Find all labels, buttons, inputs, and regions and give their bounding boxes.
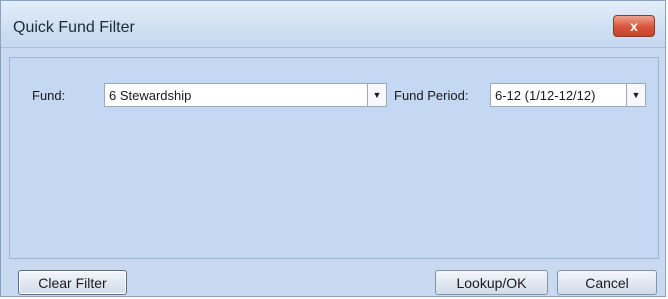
cancel-button[interactable]: Cancel xyxy=(557,270,657,295)
dialog-title: Quick Fund Filter xyxy=(13,19,135,36)
fund-period-value: 6-12 (1/12-12/12) xyxy=(495,88,596,103)
close-icon: x xyxy=(630,18,638,34)
chevron-down-icon[interactable]: ▼ xyxy=(367,84,386,106)
filter-panel: Fund: 6 Stewardship ▼ Fund Period: 6-12 … xyxy=(9,57,659,259)
fund-period-label: Fund Period: xyxy=(394,88,469,103)
chevron-down-icon[interactable]: ▼ xyxy=(626,84,645,106)
fund-value: 6 Stewardship xyxy=(109,88,192,103)
quick-fund-filter-dialog: Quick Fund Filter x Fund: 6 Stewardship … xyxy=(0,0,666,297)
lookup-ok-button[interactable]: Lookup/OK xyxy=(435,270,548,295)
close-button[interactable]: x xyxy=(613,15,655,37)
fund-label: Fund: xyxy=(32,88,66,103)
fund-period-dropdown[interactable]: 6-12 (1/12-12/12) ▼ xyxy=(490,83,646,107)
clear-filter-button[interactable]: Clear Filter xyxy=(18,270,127,295)
fund-dropdown[interactable]: 6 Stewardship ▼ xyxy=(104,83,387,107)
title-bar: Quick Fund Filter x xyxy=(1,1,665,48)
